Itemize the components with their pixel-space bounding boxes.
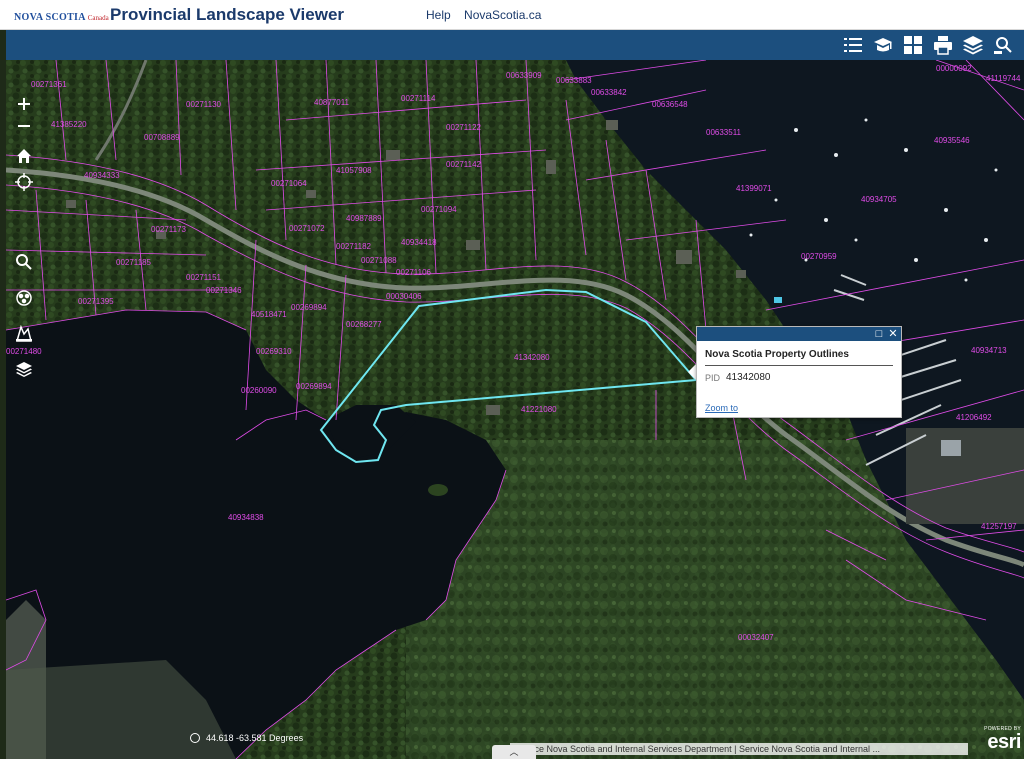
parcel-label: 40934705: [861, 195, 897, 204]
attribution-bar: Service Nova Scotia and Internal Service…: [510, 743, 968, 755]
parcel-label: 41257197: [981, 522, 1017, 531]
parcel-label: 40877011: [314, 98, 349, 107]
parcel-label: 00030406: [386, 292, 422, 301]
close-icon[interactable]: ✕: [887, 328, 899, 340]
parcel-label: 00271395: [78, 297, 114, 306]
parcel-label: 00271114: [401, 94, 436, 103]
crosshair-icon: [190, 733, 200, 743]
parcel-label: 00271130: [186, 100, 221, 109]
coordinate-text: 44.618 -63.581 Degrees: [206, 733, 304, 743]
parcel-label: 00270959: [801, 252, 837, 261]
parcel-label: 00269310: [256, 347, 292, 356]
parcel-label: 00633511: [706, 128, 741, 137]
zoom-in-icon[interactable]: [14, 94, 34, 114]
esri-brand-text: esri: [987, 731, 1021, 753]
search-icon[interactable]: [992, 35, 1014, 55]
parcel-label: 40934333: [84, 171, 120, 180]
popup-pointer: [688, 364, 696, 380]
popup-field-name: PID: [705, 373, 721, 383]
parcel-label: 00271106: [396, 268, 431, 277]
layers-icon[interactable]: [14, 360, 34, 380]
parcel-label: 00271064: [271, 179, 307, 188]
zoom-out-icon[interactable]: [14, 116, 34, 136]
parcel-label: 00271346: [206, 286, 242, 295]
parcel-label: 00271094: [421, 205, 457, 214]
parcel-label: 00708889: [144, 133, 180, 142]
esri-logo[interactable]: POWERED BY esri: [969, 726, 1021, 756]
popup-divider: [705, 365, 893, 366]
search-icon[interactable]: [14, 252, 34, 272]
logo-sub-text: Canada: [87, 14, 109, 22]
parcel-label: 00271072: [289, 224, 325, 233]
parcel-label: 40934418: [401, 238, 437, 247]
home-icon[interactable]: [14, 146, 34, 166]
layers-icon[interactable]: [962, 35, 984, 55]
header-links: Help NovaScotia.ca: [426, 8, 551, 22]
parcel-label: 00269894: [296, 382, 332, 391]
popup-title: Nova Scotia Property Outlines: [705, 349, 849, 360]
parcel-label: 41119744: [986, 74, 1021, 83]
popup-titlebar: □ ✕: [697, 327, 901, 341]
coordinate-display[interactable]: 44.618 -63.581 Degrees: [186, 729, 309, 747]
logo-text: NOVA SCOTIA: [14, 12, 86, 23]
parcel-label: 41342080: [514, 353, 550, 362]
parcel-label: 41399071: [736, 184, 772, 193]
print-icon[interactable]: [932, 35, 954, 55]
parcel-label: 00633842: [591, 88, 627, 97]
parcel-label: 00271182: [336, 242, 371, 251]
parcel-label: 40987889: [346, 214, 382, 223]
info-popup: □ ✕ Nova Scotia Property Outlines PID 41…: [696, 326, 902, 418]
nova-scotia-logo[interactable]: NOVA SCOTIA Canada: [14, 7, 109, 25]
legend-icon[interactable]: [842, 35, 864, 55]
attribution-toggle[interactable]: ︿: [492, 745, 536, 759]
parcel-label: 00271122: [446, 123, 481, 132]
parcel-label: 41206492: [956, 413, 992, 422]
measure-icon[interactable]: [14, 288, 34, 308]
popup-field-value: 41342080: [726, 372, 771, 383]
toolbar: [6, 30, 1024, 60]
app-title: Provincial Landscape Viewer: [110, 5, 345, 24]
header: NOVA SCOTIA Canada Provincial Landscape V…: [0, 0, 1024, 30]
parcel-label: 00271088: [361, 256, 397, 265]
parcel-label: 00271185: [116, 258, 151, 267]
help-link[interactable]: Help: [426, 8, 451, 22]
parcel-label: 00271173: [151, 225, 186, 234]
parcel-label: 40934713: [971, 346, 1007, 355]
parcel-label: 40518471: [251, 310, 287, 319]
parcel-label: 40935546: [934, 136, 970, 145]
parcel-label: 00032407: [738, 633, 774, 642]
parcel-label: 00271142: [446, 160, 481, 169]
parcel-label: 00260090: [241, 386, 277, 395]
basemap-gallery-icon[interactable]: [872, 35, 894, 55]
zoom-to-link[interactable]: Zoom to: [705, 403, 738, 413]
parcel-label: 00636548: [652, 100, 688, 109]
parcel-label: 41221080: [521, 405, 557, 414]
parcel-label: 41385220: [51, 120, 87, 129]
parcel-label: 40934838: [228, 513, 264, 522]
parcel-label: 00000092: [936, 64, 972, 73]
maximize-icon[interactable]: □: [873, 328, 885, 340]
parcel-label: 00271151: [186, 273, 221, 282]
parcel-label: 41057908: [336, 166, 372, 175]
parcel-label: 00269894: [291, 303, 327, 312]
app-window: NOVA SCOTIA Canada Provincial Landscape V…: [0, 0, 1024, 759]
parcel-label: 00633909: [506, 71, 542, 80]
parcel-label: 00268277: [346, 320, 382, 329]
novascotia-link[interactable]: NovaScotia.ca: [464, 8, 541, 22]
parcel-label: 00271361: [31, 80, 67, 89]
parcel-label: 00271480: [6, 347, 42, 356]
draw-icon[interactable]: [14, 324, 34, 344]
locate-icon[interactable]: [14, 172, 34, 192]
parcel-label: 00633883: [556, 76, 592, 85]
grid-icon[interactable]: [902, 35, 924, 55]
map-view[interactable]: 00633909 00633883 00633842 00636548 0063…: [6, 60, 1024, 759]
